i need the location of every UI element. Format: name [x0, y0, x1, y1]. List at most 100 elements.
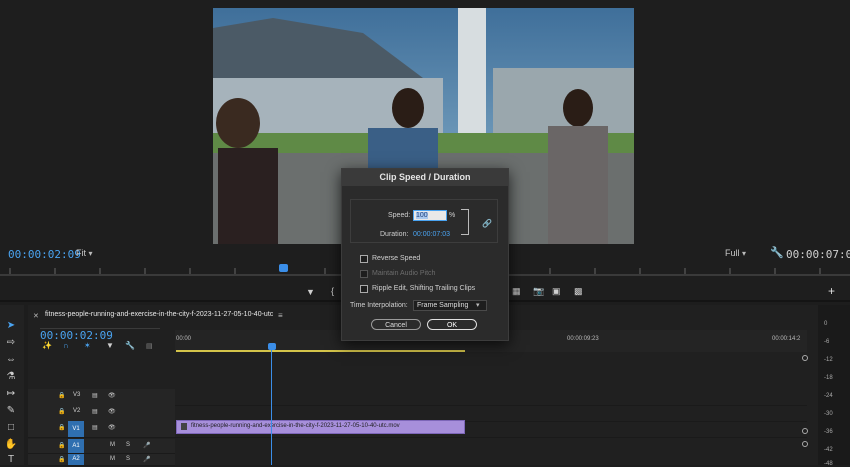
reverse-speed-label: Reverse Speed	[372, 255, 421, 262]
track-header-v1: 🔒 V1 ▤ 👁	[28, 421, 175, 438]
add-marker-icon[interactable]: ▼	[106, 341, 114, 350]
hand-tool-icon[interactable]: ✋	[4, 438, 18, 452]
sync-lock-icon[interactable]: ▤	[92, 424, 98, 431]
speed-label: Speed:	[388, 212, 411, 219]
razor-tool-icon[interactable]: ⚗	[4, 370, 18, 384]
quality-value: Full	[725, 248, 740, 258]
track-label[interactable]: A1	[68, 439, 84, 453]
lock-icon[interactable]: 🔒	[58, 424, 65, 431]
clip-name: fitness-people-running-and-exercise-in-t…	[191, 423, 400, 429]
sync-lock-icon[interactable]: ▤	[92, 392, 98, 399]
duration-value[interactable]: 00:00:07:03	[413, 231, 450, 238]
microphone-icon[interactable]: 🎤	[143, 442, 150, 449]
speed-unit: %	[449, 212, 456, 219]
mute-button[interactable]: M	[110, 456, 115, 462]
time-interpolation-label: Time Interpolation:	[350, 302, 408, 309]
solo-button[interactable]: S	[126, 456, 130, 462]
speed-value: 100	[416, 212, 428, 219]
sync-lock-icon[interactable]: ▤	[92, 408, 98, 415]
track-lane-v3[interactable]	[175, 389, 807, 406]
current-timecode[interactable]: 00:00:02:09	[8, 248, 81, 261]
captions-icon[interactable]: ▤	[146, 342, 153, 350]
lock-icon[interactable]: 🔒	[58, 392, 65, 399]
ripple-edit-tool-icon[interactable]: ⇔	[4, 353, 18, 367]
track-header-a1: 🔒 A1 M S 🎤	[28, 439, 175, 454]
tools-panel: ➤ ⇨ ⇔ ⚗ ↦ ✎ □ ✋ T	[0, 305, 24, 465]
db-label: -48	[824, 461, 833, 467]
snap-icon[interactable]: ∩	[63, 341, 69, 350]
dialog-title: Clip Speed / Duration	[342, 169, 508, 186]
wrench-icon[interactable]: 🔧	[125, 341, 135, 350]
db-label: 0	[824, 321, 828, 327]
video-clip[interactable]: fitness-people-running-and-exercise-in-t…	[176, 420, 465, 434]
db-label: -42	[824, 447, 833, 453]
wrench-icon[interactable]: 🔧	[770, 246, 784, 259]
track-label: V2	[73, 408, 81, 414]
chevron-down-icon: ▾	[742, 249, 747, 258]
cancel-button[interactable]: Cancel	[371, 319, 421, 330]
track-label[interactable]: V1	[68, 421, 84, 437]
time-interpolation-value: Frame Sampling	[417, 302, 469, 309]
maintain-audio-pitch-checkbox	[360, 270, 368, 278]
eye-icon[interactable]: 👁	[108, 408, 116, 415]
camera-icon[interactable]: 📷	[533, 286, 544, 297]
zoom-scroll-handle[interactable]	[802, 428, 808, 434]
link-chain-icon[interactable]: 🔗	[482, 219, 492, 228]
work-area-bar[interactable]	[176, 350, 465, 352]
db-label: -24	[824, 393, 833, 399]
duration-label: Duration:	[380, 231, 409, 238]
zoom-dropdown[interactable]: Fit ▾	[76, 248, 93, 258]
linked-selection-icon[interactable]: ✶	[84, 341, 91, 350]
track-label: V3	[73, 392, 81, 398]
lock-icon[interactable]: 🔒	[58, 408, 65, 415]
reverse-speed-checkbox[interactable]	[360, 255, 368, 263]
db-label: -30	[824, 411, 833, 417]
rectangle-tool-icon[interactable]: □	[4, 421, 18, 435]
ruler-label: 00:00:09:23	[567, 336, 599, 342]
pen-tool-icon[interactable]: ✎	[4, 404, 18, 418]
nest-icon[interactable]: ✨	[42, 341, 52, 350]
timeline-playhead-handle[interactable]	[268, 343, 276, 350]
lock-icon[interactable]: 🔒	[58, 442, 65, 449]
close-icon[interactable]: ✕	[33, 312, 39, 320]
link-bracket	[461, 209, 469, 235]
mute-button[interactable]: M	[110, 442, 115, 448]
overwrite-icon[interactable]: ▦	[512, 286, 521, 297]
time-interpolation-dropdown[interactable]: Frame Sampling ▾	[413, 300, 487, 311]
sequence-tab-label[interactable]: fitness-people-running-and-exercise-in-t…	[45, 311, 273, 318]
quality-dropdown[interactable]: Full ▾	[725, 248, 746, 258]
db-label: -12	[824, 357, 833, 363]
selection-tool-icon[interactable]: ➤	[4, 319, 18, 333]
zoom-value: Fit	[76, 248, 86, 258]
comparison-view-icon[interactable]: ▣	[552, 286, 561, 297]
eye-icon[interactable]: 👁	[108, 424, 116, 431]
ok-button[interactable]: OK	[427, 319, 477, 330]
maintain-audio-pitch-label: Maintain Audio Pitch	[372, 270, 436, 277]
mark-in-icon[interactable]: {	[331, 286, 334, 296]
chevron-down-icon: ▾	[476, 302, 480, 309]
eye-icon[interactable]: 👁	[108, 392, 116, 399]
monitor-playhead[interactable]	[279, 264, 288, 272]
timeline-playhead-line	[271, 350, 272, 465]
chevron-down-icon: ▾	[88, 249, 93, 258]
duration-timecode: 00:00:07:03	[786, 248, 850, 261]
track-select-tool-icon[interactable]: ⇨	[4, 336, 18, 350]
add-marker-icon[interactable]: ▼	[306, 287, 315, 297]
microphone-icon[interactable]: 🎤	[143, 456, 150, 463]
ripple-edit-label: Ripple Edit, Shifting Trailing Clips	[372, 285, 476, 292]
menu-icon[interactable]: ≡	[278, 311, 283, 320]
solo-button[interactable]: S	[126, 442, 130, 448]
track-label[interactable]: A2	[68, 454, 84, 465]
lock-icon[interactable]: 🔒	[58, 456, 65, 463]
speed-input[interactable]: 100	[413, 210, 447, 221]
slip-tool-icon[interactable]: ↦	[4, 387, 18, 401]
add-button-icon[interactable]: +	[828, 284, 835, 298]
zoom-scroll-handle[interactable]	[802, 441, 808, 447]
ripple-edit-checkbox[interactable]	[360, 285, 368, 293]
track-header-v2: 🔒 V2 ▤ 👁	[28, 405, 175, 422]
audio-meter: 0 -6 -12 -18 -24 -30 -36 -42 -48	[818, 305, 850, 467]
vr-view-icon[interactable]: ▩	[574, 286, 583, 297]
zoom-scroll-handle[interactable]	[802, 355, 808, 361]
ruler-label: 00:00:14:2	[772, 336, 801, 342]
track-header-a2: 🔒 A2 M S 🎤	[28, 454, 175, 466]
